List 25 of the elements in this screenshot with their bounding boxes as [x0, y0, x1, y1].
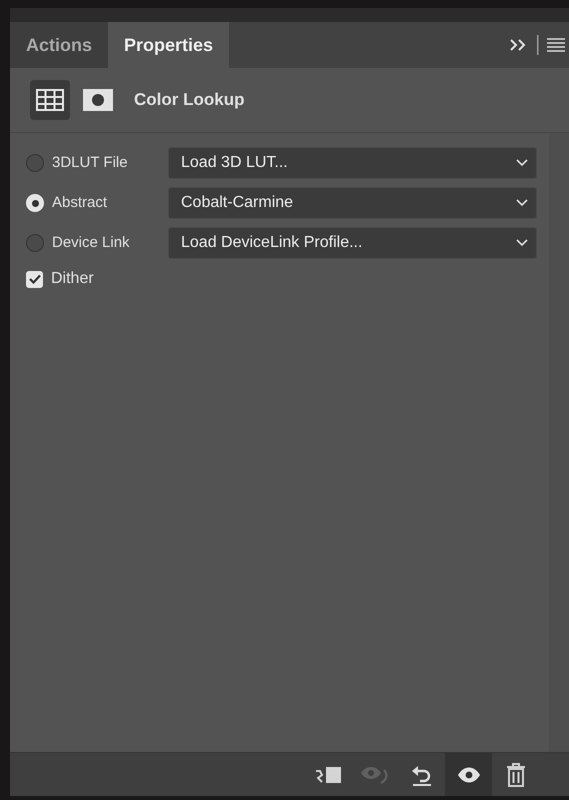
radio-button[interactable]	[26, 234, 44, 252]
eye-icon	[456, 766, 480, 782]
panel-tab[interactable]: Properties	[108, 22, 230, 68]
chevron-icon	[516, 159, 528, 167]
dropdown[interactable]: Load 3D LUT...	[168, 147, 537, 179]
checkbox-label: Dither	[51, 269, 94, 289]
clip-to-layer-icon	[314, 764, 342, 784]
option-label: Abstract	[52, 192, 108, 213]
dropdown[interactable]: Load DeviceLink Profile...	[168, 227, 537, 259]
mask-icon	[83, 89, 113, 111]
trash-icon	[506, 762, 526, 786]
dropdown[interactable]: Cobalt-Carmine	[168, 187, 537, 219]
toolbar-button[interactable]	[445, 753, 492, 796]
adjustment-button[interactable]	[30, 80, 70, 120]
divider-line	[537, 35, 539, 55]
grid-icon	[36, 89, 64, 111]
panel-tab[interactable]: Actions	[10, 22, 108, 68]
option-label: Device Link	[52, 232, 131, 253]
checkbox[interactable]	[26, 270, 43, 288]
chevron-icon	[516, 199, 528, 207]
menu-icon[interactable]	[547, 38, 565, 52]
option-label: 3DLUT File	[52, 152, 129, 173]
radio-button[interactable]	[26, 154, 44, 172]
panel-title: Color Lookup	[134, 89, 244, 112]
chevron-icon	[516, 239, 528, 247]
